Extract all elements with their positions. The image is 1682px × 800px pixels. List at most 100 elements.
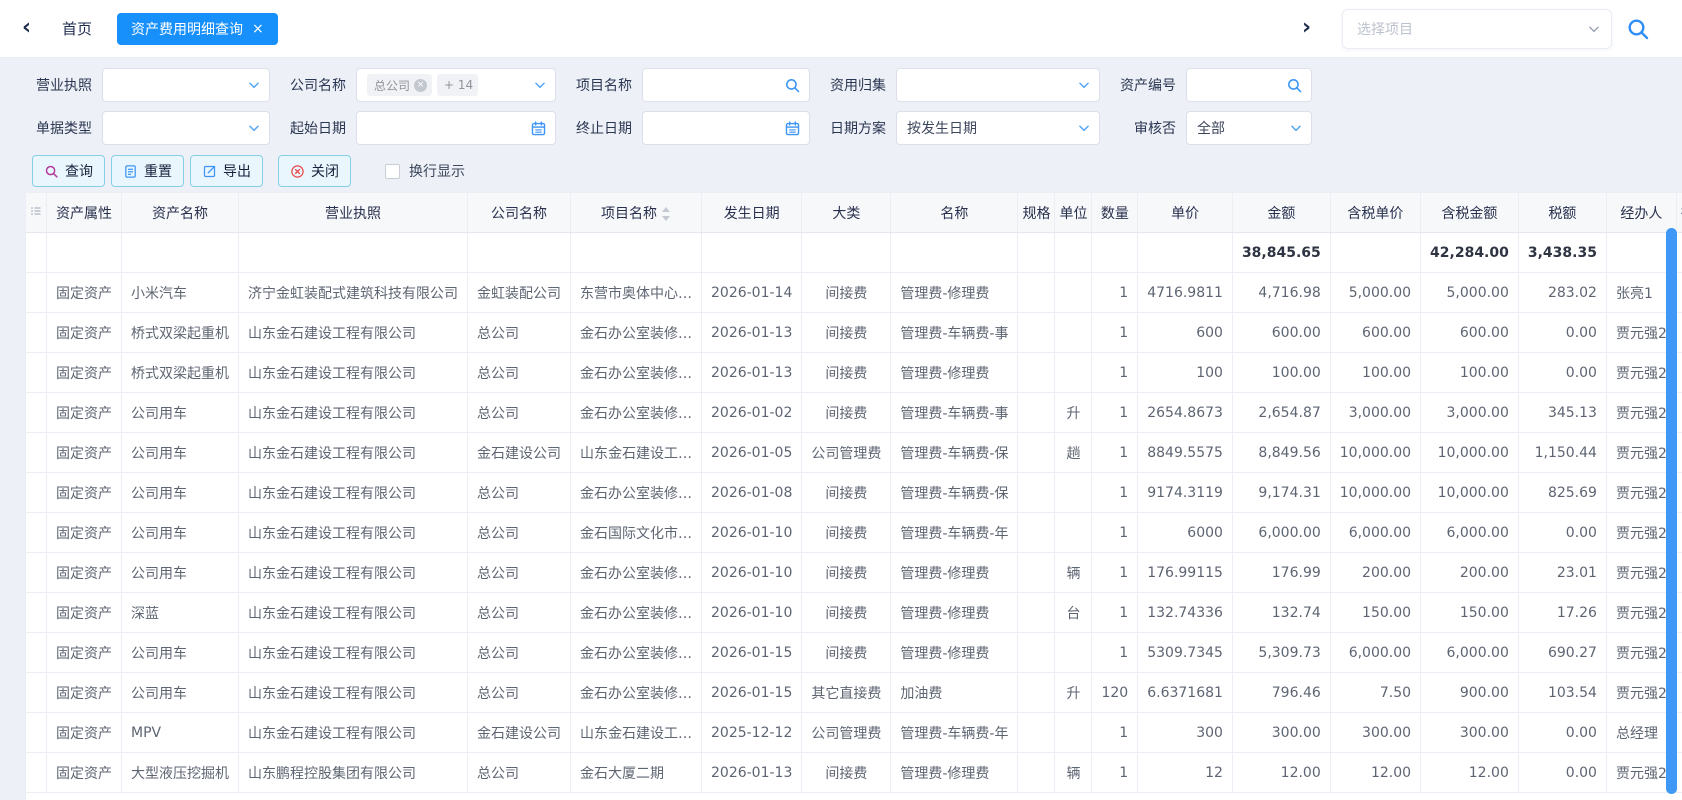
column-header[interactable]: 金额 <box>1232 193 1330 233</box>
summary-row[interactable]: 38,845.6542,284.003,438.35 <box>26 233 1682 273</box>
search-icon[interactable] <box>784 77 801 94</box>
search-icon[interactable] <box>1286 77 1303 94</box>
table-row[interactable]: 固定资产桥式双梁起重机山东金石建设工程有限公司总公司金石办公室装修…2026-0… <box>26 313 1682 353</box>
tab-home[interactable]: 首页 <box>62 18 92 39</box>
table-row[interactable]: 固定资产深蓝山东金石建设工程有限公司总公司金石办公室装修…2026-01-10间… <box>26 593 1682 633</box>
cell: 100.00 <box>1232 353 1330 393</box>
close-button[interactable]: 关闭 <box>278 155 351 187</box>
tabs-scroll-right-icon[interactable]: › <box>1302 14 1311 42</box>
column-header[interactable]: 发生日期 <box>702 193 802 233</box>
wrap-display-checkbox[interactable]: 换行显示 <box>385 161 465 181</box>
cell: MPV <box>122 713 239 753</box>
tabs-scroll-left-icon[interactable]: ‹ <box>22 14 31 42</box>
table-vertical-scrollbar[interactable] <box>1666 228 1677 794</box>
column-header[interactable]: 名称 <box>891 193 1018 233</box>
cell <box>1018 393 1055 433</box>
table-row[interactable]: 固定资产公司用车山东金石建设工程有限公司总公司金石国际文化市…2026-01-1… <box>26 513 1682 553</box>
cell: 公司用车 <box>122 553 239 593</box>
cell: 2026-01-13 <box>702 313 802 353</box>
filter-expense-collection: 资用归集 <box>816 68 1100 102</box>
audited-select[interactable]: 全部 <box>1186 111 1312 145</box>
column-header[interactable]: 税额 <box>1518 193 1606 233</box>
cell: 公司用车 <box>122 673 239 713</box>
tag-remove-icon[interactable]: × <box>414 79 427 92</box>
tab-close-icon[interactable]: × <box>252 21 264 37</box>
cell: 其它直接费 <box>802 673 891 713</box>
table-row[interactable]: 固定资产公司用车山东金石建设工程有限公司总公司金石办公室装修…2026-01-1… <box>26 553 1682 593</box>
calendar-icon[interactable] <box>784 120 801 137</box>
cell: 132.74 <box>1232 593 1330 633</box>
sort-icon[interactable] <box>661 207 671 221</box>
cell: 山东金石建设工程有限公司 <box>239 593 468 633</box>
topbar: ‹ 首页 资产费用明细查询 × › 选择项目 <box>0 0 1682 58</box>
end-date-label: 终止日期 <box>562 118 632 138</box>
column-header[interactable]: 规格 <box>1018 193 1055 233</box>
cell: 12.00 <box>1330 753 1420 793</box>
cell: 桥式双梁起重机 <box>122 313 239 353</box>
column-header[interactable]: 含税金额 <box>1421 193 1519 233</box>
checkbox-icon[interactable] <box>385 164 400 179</box>
table-row[interactable]: 固定资产公司用车山东金石建设工程有限公司金石建设公司山东金石建设工…2026-0… <box>26 433 1682 473</box>
cell: 山东金石建设工… <box>571 713 702 753</box>
table-row[interactable]: 固定资产公司用车山东金石建设工程有限公司总公司金石办公室装修…2026-01-1… <box>26 673 1682 713</box>
cell: 金石办公室装修… <box>571 313 702 353</box>
cell: 825.69 <box>1518 473 1606 513</box>
column-header[interactable]: 含税单价 <box>1330 193 1420 233</box>
calendar-icon[interactable] <box>530 120 547 137</box>
cell: 金石建设公司 <box>468 433 571 473</box>
cell: 3,000.00 <box>1330 393 1420 433</box>
asset-no-search-input[interactable] <box>1186 68 1312 102</box>
project-name-search-input[interactable] <box>642 68 810 102</box>
cell <box>1055 633 1092 673</box>
cell: 17.26 <box>1518 593 1606 633</box>
column-header[interactable]: 大类 <box>802 193 891 233</box>
table-row[interactable]: 固定资产大型液压挖掘机山东鹏程控股集团有限公司总公司金石大厦二期2026-01-… <box>26 753 1682 793</box>
cell: 1,150.44 <box>1518 433 1606 473</box>
cell: 10,000.00 <box>1330 473 1420 513</box>
table-row[interactable]: 固定资产小米汽车济宁金虹装配式建筑科技有限公司金虹装配公司东营市奥体中心…202… <box>26 273 1682 313</box>
cell: 总公司 <box>468 473 571 513</box>
filter-audited: 审核否 全部 <box>1106 111 1312 145</box>
row-handle-icon[interactable] <box>30 205 42 217</box>
table-row[interactable]: 固定资产公司用车山东金石建设工程有限公司总公司金石办公室装修…2026-01-0… <box>26 473 1682 513</box>
expense-collection-select[interactable] <box>896 68 1100 102</box>
column-header[interactable]: 资产属性 <box>47 193 122 233</box>
cell <box>1092 233 1138 273</box>
doc-type-select[interactable] <box>102 111 270 145</box>
cell: 管理费-修理费 <box>891 753 1018 793</box>
column-header[interactable]: 公司名称 <box>468 193 571 233</box>
column-header[interactable]: 经办人 <box>1606 193 1676 233</box>
column-header[interactable]: 营业执照 <box>239 193 468 233</box>
date-scheme-select[interactable]: 按发生日期 <box>896 111 1100 145</box>
column-header[interactable]: 单位 <box>1055 193 1092 233</box>
cell: 2026-01-15 <box>702 673 802 713</box>
handle-column-header[interactable] <box>26 193 47 233</box>
reset-button[interactable]: 重置 <box>111 155 184 187</box>
chevron-down-icon <box>1077 121 1091 135</box>
filter-asset-no: 资产编号 <box>1106 68 1312 102</box>
cell <box>1018 473 1055 513</box>
end-date-input[interactable] <box>642 111 810 145</box>
cell: 管理费-修理费 <box>891 273 1018 313</box>
project-select[interactable]: 选择项目 <box>1342 9 1612 49</box>
cell: 5,000.00 <box>1330 273 1420 313</box>
tab-active[interactable]: 资产费用明细查询 × <box>117 13 278 45</box>
query-button[interactable]: 查询 <box>32 155 105 187</box>
cell <box>1055 513 1092 553</box>
export-button[interactable]: 导出 <box>190 155 263 187</box>
column-header[interactable]: 资产名称 <box>122 193 239 233</box>
filter-doc-type: 单据类型 <box>22 111 270 145</box>
table-row[interactable]: 固定资产公司用车山东金石建设工程有限公司总公司金石办公室装修…2026-01-1… <box>26 633 1682 673</box>
column-header[interactable]: 数量 <box>1092 193 1138 233</box>
search-icon <box>44 164 59 179</box>
start-date-input[interactable] <box>356 111 556 145</box>
table-row[interactable]: 固定资产桥式双梁起重机山东金石建设工程有限公司总公司金石办公室装修…2026-0… <box>26 353 1682 393</box>
table-row[interactable]: 固定资产MPV山东金石建设工程有限公司金石建设公司山东金石建设工…2025-12… <box>26 713 1682 753</box>
business-license-select[interactable] <box>102 68 270 102</box>
column-header[interactable]: 项目名称 <box>571 193 702 233</box>
column-header[interactable]: 行备注 <box>1676 193 1682 233</box>
column-header[interactable]: 单价 <box>1138 193 1233 233</box>
table-row[interactable]: 固定资产公司用车山东金石建设工程有限公司总公司金石办公室装修…2026-01-0… <box>26 393 1682 433</box>
global-search-icon[interactable] <box>1626 17 1650 41</box>
company-name-multiselect[interactable]: 总公司× + 14 <box>356 68 556 102</box>
